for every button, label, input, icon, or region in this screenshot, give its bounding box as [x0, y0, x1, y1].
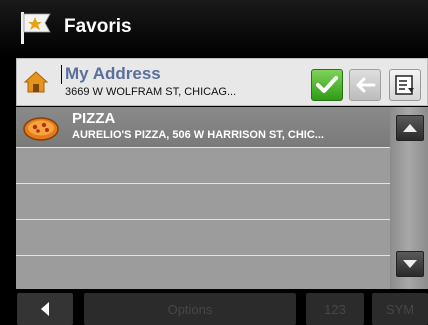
triangle-up-icon — [403, 124, 417, 132]
favorite-address: AURELIO'S PIZZA, 506 W HARRISON ST, CHIC… — [72, 129, 324, 141]
keyboard-edit-icon — [395, 75, 414, 95]
title-bar: Favoris — [0, 0, 428, 57]
list-item[interactable]: PIZZA AURELIO'S PIZZA, 506 W HARRISON ST… — [16, 107, 390, 148]
scroll-up-button[interactable] — [396, 115, 424, 141]
page-title: Favoris — [64, 16, 132, 37]
back-button[interactable] — [349, 69, 381, 101]
back-nav-button[interactable] — [17, 293, 73, 325]
options-button[interactable]: Options — [84, 293, 296, 325]
my-address-entry[interactable]: My Address 3669 W WOLFRAM ST, CHICAG... — [16, 58, 428, 106]
pizza-icon — [23, 117, 59, 141]
address-name: My Address — [65, 64, 161, 83]
back-arrow-icon — [356, 77, 376, 93]
scroll-down-button[interactable] — [396, 251, 424, 277]
symbols-keyboard-button[interactable]: SYM — [372, 293, 428, 325]
numeric-keyboard-button[interactable]: 123 — [306, 293, 364, 325]
favorite-name: PIZZA — [72, 110, 116, 127]
home-icon — [23, 71, 49, 93]
scrollbar[interactable] — [390, 107, 428, 289]
list-item[interactable] — [16, 220, 390, 256]
address-line: 3669 W WOLFRAM ST, CHICAG... — [65, 86, 237, 98]
confirm-button[interactable] — [311, 69, 343, 101]
flag-star-icon — [21, 12, 51, 44]
triangle-left-icon — [41, 302, 49, 316]
list-item[interactable] — [16, 148, 390, 184]
checkmark-icon — [316, 76, 338, 93]
bottom-toolbar: Options 123 SYM — [0, 289, 428, 325]
list-item[interactable] — [16, 184, 390, 220]
list-item[interactable] — [16, 256, 390, 289]
text-cursor — [61, 65, 62, 84]
favorites-list: PIZZA AURELIO'S PIZZA, 506 W HARRISON ST… — [16, 107, 390, 289]
keyboard-button[interactable] — [389, 69, 421, 101]
triangle-down-icon — [403, 260, 417, 268]
